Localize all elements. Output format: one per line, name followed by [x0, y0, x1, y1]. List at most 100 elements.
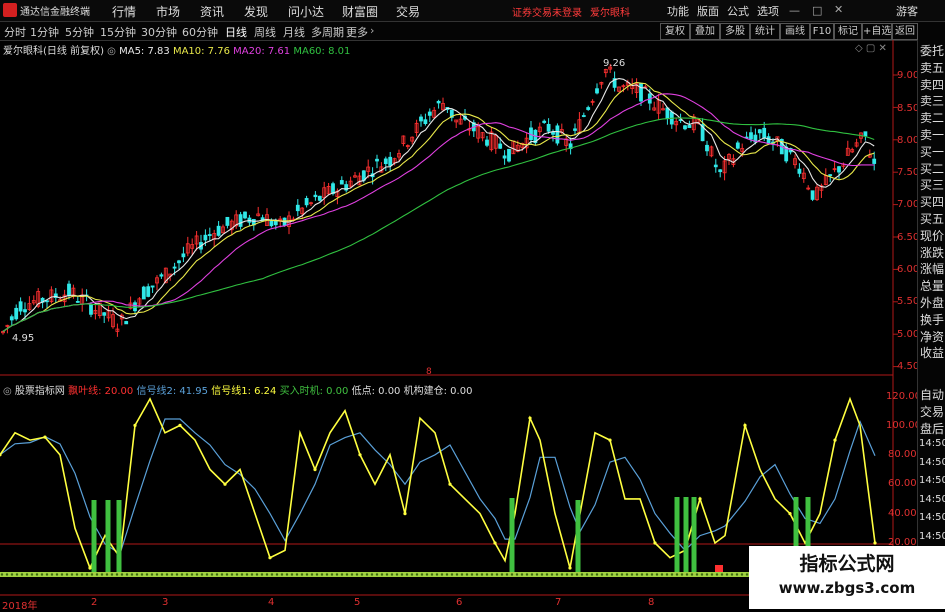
signal-point	[358, 453, 362, 457]
baseline-dot	[450, 573, 454, 576]
side-tab-lower[interactable]: 交易	[919, 403, 945, 420]
indicator-title[interactable]: 股票指标网	[15, 386, 65, 397]
baseline-dot	[190, 573, 194, 576]
baseline-dot	[460, 573, 464, 576]
baseline-dot	[370, 573, 374, 576]
candle-body	[225, 216, 230, 226]
baseline-dot	[205, 573, 209, 576]
baseline-dot	[280, 573, 284, 576]
price-tick: 8.00	[897, 135, 920, 146]
side-tab-lower[interactable]: 自动	[919, 386, 945, 403]
candle-body	[150, 285, 155, 288]
side-tab[interactable]: 总量	[919, 277, 945, 294]
baseline-dot	[735, 573, 739, 576]
indicator-line4: 买入时机: 0.00	[279, 386, 349, 397]
side-tab[interactable]: 现价	[919, 227, 945, 244]
candle-body	[159, 274, 164, 277]
ma20-line	[2, 93, 875, 332]
side-tab[interactable]: 委托	[919, 42, 945, 59]
baseline-dot	[20, 573, 24, 576]
baseline-dot	[270, 573, 274, 576]
baseline-dot	[50, 573, 54, 576]
baseline-dot	[320, 573, 324, 576]
side-tab[interactable]: 买五	[919, 210, 945, 227]
side-tab[interactable]: 卖五	[919, 59, 945, 76]
side-tab-lower[interactable]: 盘后	[919, 420, 945, 437]
candle-body	[863, 131, 868, 137]
candle-body	[388, 156, 393, 166]
candle-body	[687, 124, 692, 128]
baseline-dot	[260, 573, 264, 576]
candle-body	[705, 144, 709, 152]
baseline-dot	[405, 573, 409, 576]
candle-body	[718, 169, 723, 173]
side-tab[interactable]: 卖三	[919, 92, 945, 109]
baseline-dot	[60, 573, 64, 576]
candle-body	[797, 168, 802, 174]
baseline-dot	[385, 573, 389, 576]
signal-point	[743, 423, 747, 427]
side-tab[interactable]: 涨幅	[919, 260, 945, 277]
candle-body	[124, 321, 129, 325]
baseline-dot	[470, 573, 474, 576]
baseline-dot	[165, 573, 169, 576]
baseline-dot	[10, 573, 14, 576]
signal-point	[493, 541, 497, 545]
baseline-dot	[310, 573, 314, 576]
baseline-dot	[135, 573, 139, 576]
baseline-dot	[125, 573, 129, 576]
signal-point	[223, 482, 227, 486]
side-tab[interactable]: 买四	[919, 193, 945, 210]
watermark-title: 指标公式网	[799, 553, 895, 575]
baseline-dot	[350, 573, 354, 576]
baseline-dot	[670, 573, 674, 576]
candle-body	[18, 301, 23, 312]
baseline-dot	[155, 573, 159, 576]
ma5-line	[2, 78, 875, 332]
baseline-dot	[145, 573, 149, 576]
side-tab[interactable]: 外盘	[919, 294, 945, 311]
baseline-dot	[600, 573, 604, 576]
indicator-dot-icon[interactable]: ◎	[3, 386, 12, 397]
baseline-dot	[710, 573, 714, 576]
side-time: 14:50	[919, 512, 945, 523]
candle-body	[181, 253, 186, 258]
side-tab[interactable]: 换手	[919, 311, 945, 328]
baseline-dot	[730, 573, 734, 576]
side-tab[interactable]: 卖四	[919, 76, 945, 93]
baseline-dot	[220, 573, 224, 576]
candle-body	[573, 128, 577, 131]
side-tab[interactable]: 涨跌	[919, 244, 945, 261]
candle-body	[89, 304, 93, 315]
side-time: 14:50	[919, 530, 945, 542]
baseline-dot	[150, 573, 154, 576]
baseline-dot	[55, 573, 59, 576]
side-tab[interactable]: 买一	[919, 143, 945, 160]
side-tab[interactable]: 买二	[919, 160, 945, 177]
side-tab[interactable]: 净资	[919, 328, 945, 345]
price-tick: 7.50	[897, 167, 920, 178]
price-tick: 6.50	[897, 232, 920, 243]
signal-point	[133, 423, 137, 427]
baseline-dot	[655, 573, 659, 576]
baseline-dot	[520, 573, 524, 576]
date-tick: 2018年	[2, 601, 38, 612]
baseline-dot	[640, 573, 644, 576]
side-tab[interactable]: 买三	[919, 176, 945, 193]
signal-point	[268, 556, 272, 560]
candle-body	[713, 164, 718, 168]
side-time: 14:50	[919, 475, 945, 486]
baseline-dot	[605, 573, 609, 576]
candle-body	[665, 107, 670, 119]
side-tab[interactable]: 卖一	[919, 126, 945, 143]
side-tab[interactable]: 卖二	[919, 109, 945, 126]
baseline-dot	[660, 573, 664, 576]
candle-body	[23, 309, 27, 313]
indicator-line5: 低点: 0.00	[351, 386, 401, 397]
date-tick: 3	[162, 597, 169, 608]
baseline-dot	[695, 573, 699, 576]
side-tab[interactable]: 收益	[919, 344, 945, 361]
candle-body	[757, 129, 762, 134]
candle-body	[436, 100, 441, 104]
baseline-dot	[740, 573, 744, 576]
